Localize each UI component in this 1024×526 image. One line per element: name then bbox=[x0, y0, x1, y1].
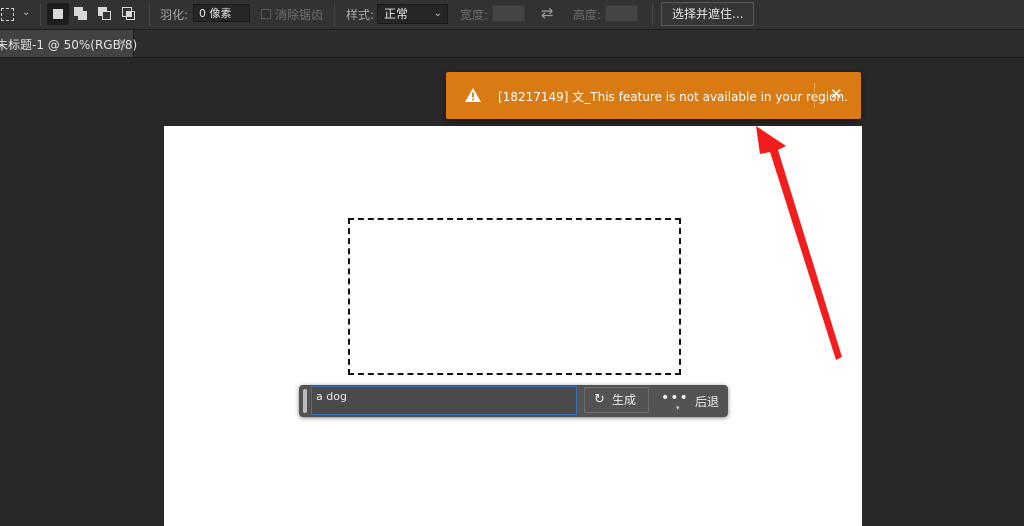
document-tab-bar: 未标题-1 @ 50%(RGB/8) × bbox=[0, 30, 1024, 58]
toast-message: [18217149] 文_This feature is not availab… bbox=[498, 90, 848, 104]
separator bbox=[334, 4, 335, 26]
warning-icon bbox=[465, 88, 481, 102]
more-options-icon[interactable]: ••• bbox=[661, 390, 689, 406]
style-label: 样式: bbox=[346, 8, 375, 22]
drag-handle[interactable] bbox=[303, 389, 307, 413]
prompt-input[interactable]: a dog bbox=[311, 386, 577, 415]
options-bar: ⌄ 羽化: 0 像素 消除锯齿 样式: 正常 ⌄ 宽度: ⇄ 高度: 选择并遮住… bbox=[0, 0, 1024, 30]
height-label: 高度: bbox=[573, 8, 602, 22]
generate-button[interactable]: ↻ 生成 bbox=[584, 387, 649, 413]
antialias-label: 消除锯齿 bbox=[275, 8, 324, 22]
generate-label: 生成 bbox=[612, 393, 637, 407]
close-tab-icon[interactable]: × bbox=[117, 35, 127, 49]
chevron-down-icon: ⌄ bbox=[433, 8, 442, 19]
chevron-down-icon: ▾ bbox=[676, 404, 680, 412]
back-button[interactable]: 后退 bbox=[695, 393, 719, 410]
separator bbox=[652, 4, 653, 26]
swap-icon[interactable]: ⇄ bbox=[541, 4, 554, 22]
generate-icon: ↻ bbox=[594, 392, 605, 407]
selection-marquee bbox=[348, 218, 681, 375]
style-select[interactable]: 正常 ⌄ bbox=[377, 4, 448, 24]
new-selection-icon[interactable] bbox=[47, 3, 69, 25]
separator bbox=[149, 4, 150, 26]
subtract-from-selection-icon[interactable] bbox=[94, 3, 116, 25]
marquee-tool-icon[interactable] bbox=[0, 5, 16, 23]
intersect-selection-icon[interactable] bbox=[118, 3, 140, 25]
width-label: 宽度: bbox=[460, 8, 489, 22]
style-select-value: 正常 bbox=[384, 7, 409, 21]
select-and-mask-button[interactable]: 选择并遮住... bbox=[661, 2, 755, 26]
close-icon[interactable]: ✕ bbox=[830, 85, 843, 103]
add-to-selection-icon[interactable] bbox=[70, 3, 92, 25]
error-toast: [18217149] 文_This feature is not availab… bbox=[446, 72, 861, 119]
width-input[interactable] bbox=[492, 5, 525, 22]
document-tab[interactable]: 未标题-1 @ 50%(RGB/8) × bbox=[0, 30, 137, 57]
feather-label: 羽化: bbox=[160, 8, 189, 22]
height-input[interactable] bbox=[605, 5, 638, 22]
toast-divider bbox=[814, 83, 815, 108]
contextual-task-bar: a dog ↻ 生成 ••• ▾ 后退 bbox=[299, 385, 728, 417]
antialias-checkbox[interactable] bbox=[261, 9, 271, 19]
feather-input[interactable]: 0 像素 bbox=[193, 4, 250, 22]
tool-preset-dropdown-icon[interactable]: ⌄ bbox=[22, 8, 32, 18]
separator bbox=[40, 4, 41, 26]
